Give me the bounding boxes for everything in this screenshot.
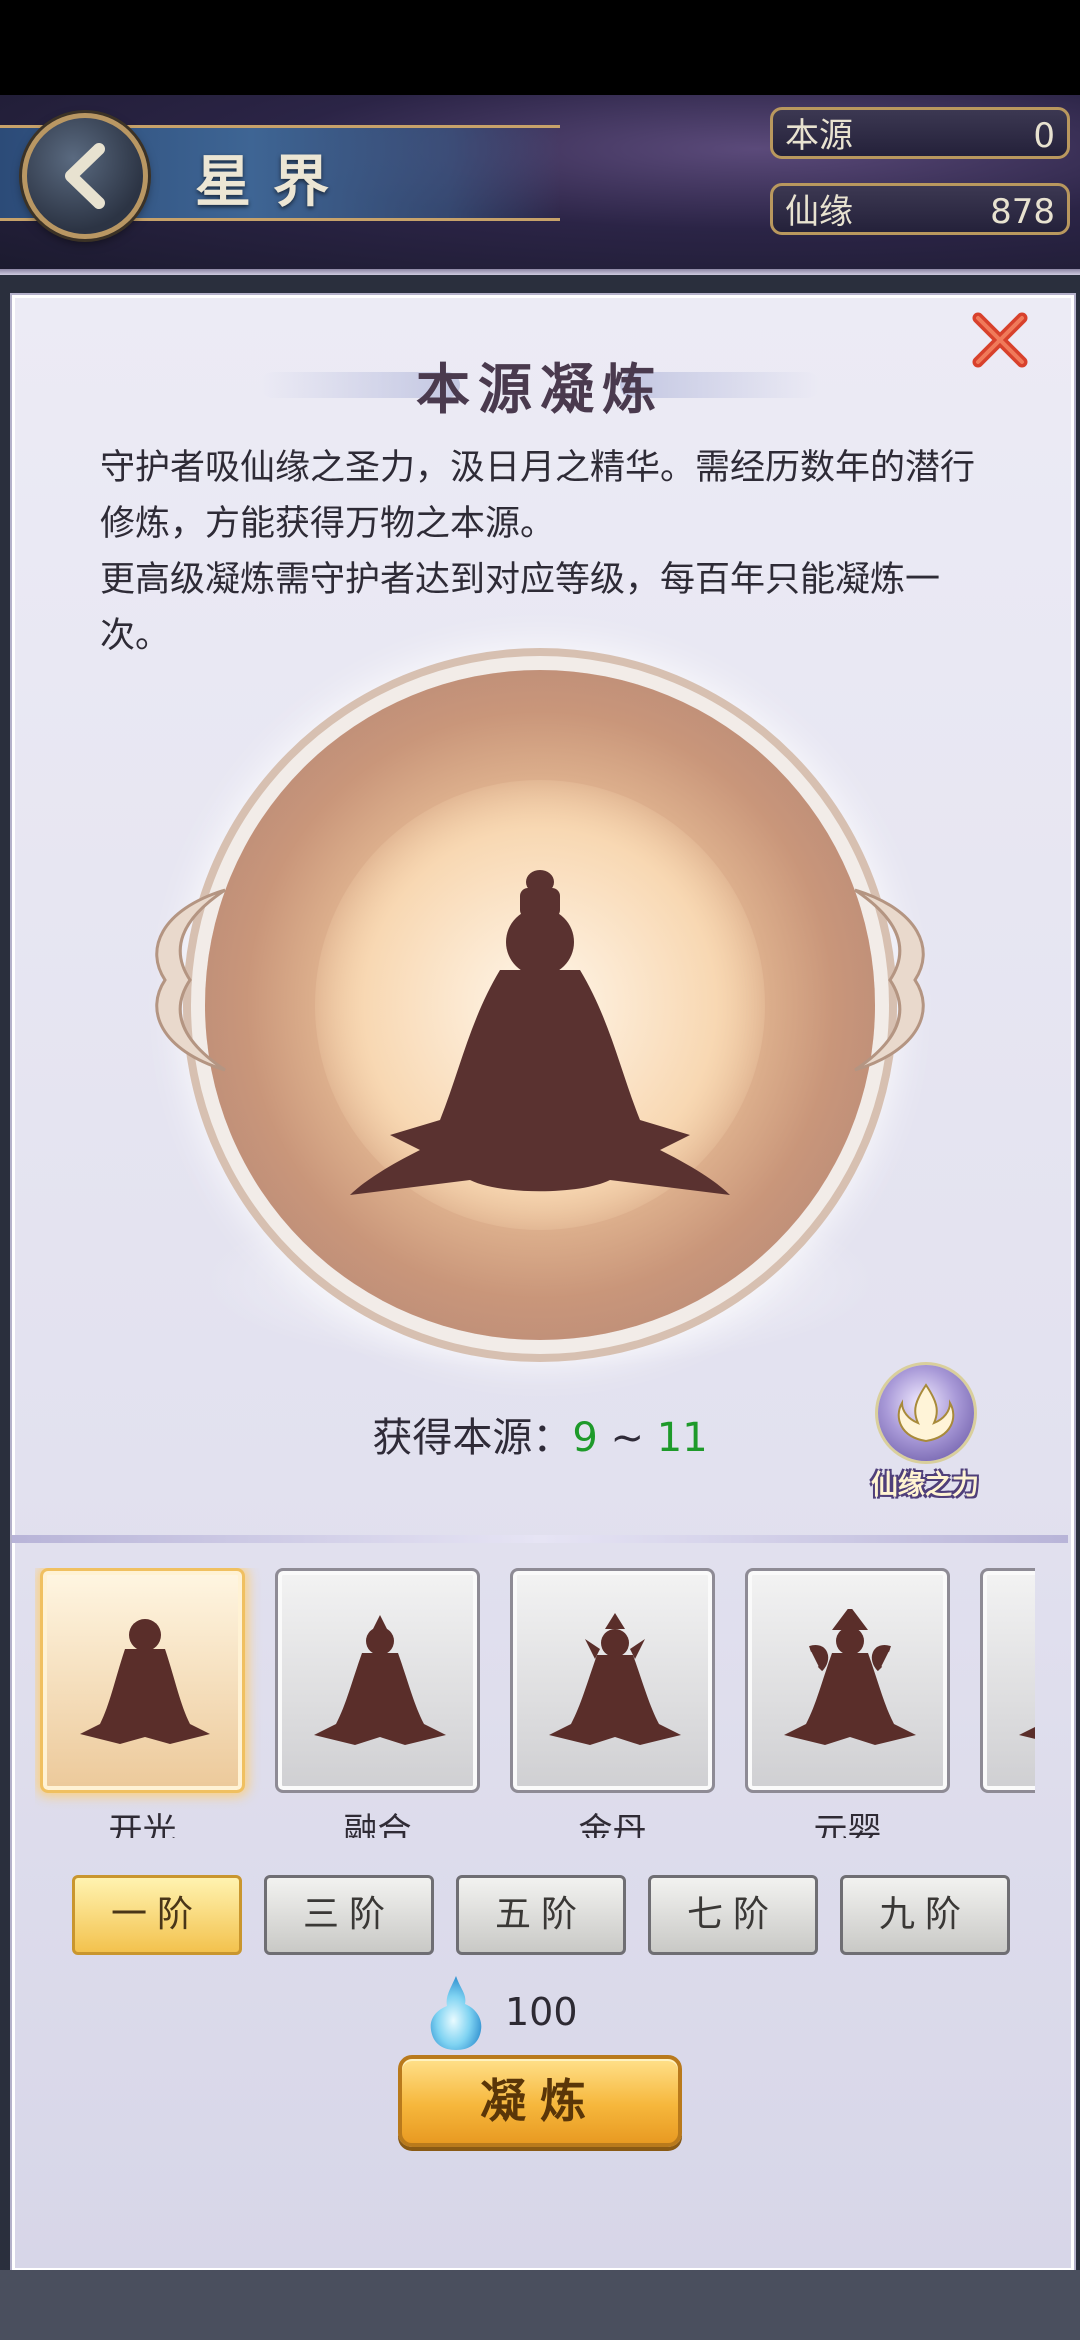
realm-selector: 开光 融合 金丹 元婴 [35, 1568, 1035, 1838]
section-divider [12, 1535, 1068, 1543]
realm-figure-icon [1019, 1727, 1035, 1739]
refine-cost: 100 [425, 1972, 665, 2052]
top-bar: 星界 本源 0 仙缘 878 [0, 95, 1080, 275]
description-paragraph: 守护者吸仙缘之圣力，汲日月之精华。需经历数年的潜行修炼，方能获得万物之本源。 [100, 448, 976, 544]
realm-figure-icon [784, 1609, 916, 1745]
tier-button-3[interactable]: 三阶 [264, 1875, 434, 1955]
realm-card-kaiguang[interactable] [40, 1568, 245, 1793]
yield-min: 9 [572, 1415, 598, 1461]
meditating-figure-icon [350, 870, 730, 1195]
tier-button-5[interactable]: 五阶 [456, 1875, 626, 1955]
currency-value: 0 [1033, 116, 1055, 156]
tier-selector: 一阶 三阶 五阶 七阶 九阶 [70, 1875, 1010, 1957]
power-label: 仙缘之力 [871, 1470, 979, 1501]
refine-button[interactable]: 凝炼 [398, 2055, 682, 2147]
dialog-title: 本源凝炼 [416, 357, 664, 421]
realm-card-ronghe[interactable] [275, 1568, 480, 1793]
yield-max: 11 [656, 1415, 708, 1461]
tier-button-7[interactable]: 七阶 [648, 1875, 818, 1955]
cost-amount: 100 [505, 1990, 578, 2034]
realm-card-jindan[interactable] [510, 1568, 715, 1793]
realm-figure-icon [549, 1613, 681, 1745]
page-title: 星界 [195, 149, 351, 215]
description-text: 守护者吸仙缘之圣力，汲日月之精华。需经历数年的潜行修炼，方能获得万物之本源。 更… [100, 440, 980, 664]
realm-figure-icon [80, 1619, 210, 1744]
status-bar [0, 0, 1080, 95]
currency-value: 878 [990, 192, 1055, 232]
chevron-left-icon [65, 143, 105, 209]
realm-name: 金丹 [578, 1811, 647, 1838]
realm-card-yuanying[interactable] [745, 1568, 950, 1793]
lotus-flame-icon [878, 1365, 974, 1461]
bottom-bar [0, 2270, 1080, 2340]
currency-xianyuan: 仙缘 878 [770, 183, 1070, 235]
realm-portrait [140, 670, 940, 1370]
ornament-wing-left-icon [155, 888, 226, 1072]
currency-benyuan: 本源 0 [770, 107, 1070, 159]
currency-label: 仙缘 [785, 192, 853, 232]
realm-card-next[interactable] [980, 1568, 1035, 1793]
tier-button-9[interactable]: 九阶 [840, 1875, 1010, 1955]
currency-label: 本源 [785, 116, 853, 156]
yield-label: 获得本源： [372, 1415, 573, 1461]
xianyuan-power-button[interactable]: 仙缘之力 [860, 1365, 990, 1505]
realm-name: 融合 [343, 1811, 412, 1838]
realm-figure-icon [314, 1615, 446, 1745]
realm-name: 开光 [108, 1811, 177, 1838]
tier-button-1[interactable]: 一阶 [72, 1875, 242, 1955]
spirit-flame-icon [430, 1976, 482, 2050]
ornament-wing-right-icon [854, 888, 925, 1072]
yield-separator: ~ [597, 1415, 657, 1461]
description-paragraph: 更高级凝炼需守护者达到对应等级，每百年只能凝炼一次。 [100, 560, 941, 656]
realm-name: 元婴 [813, 1811, 882, 1838]
back-button[interactable] [22, 113, 148, 239]
